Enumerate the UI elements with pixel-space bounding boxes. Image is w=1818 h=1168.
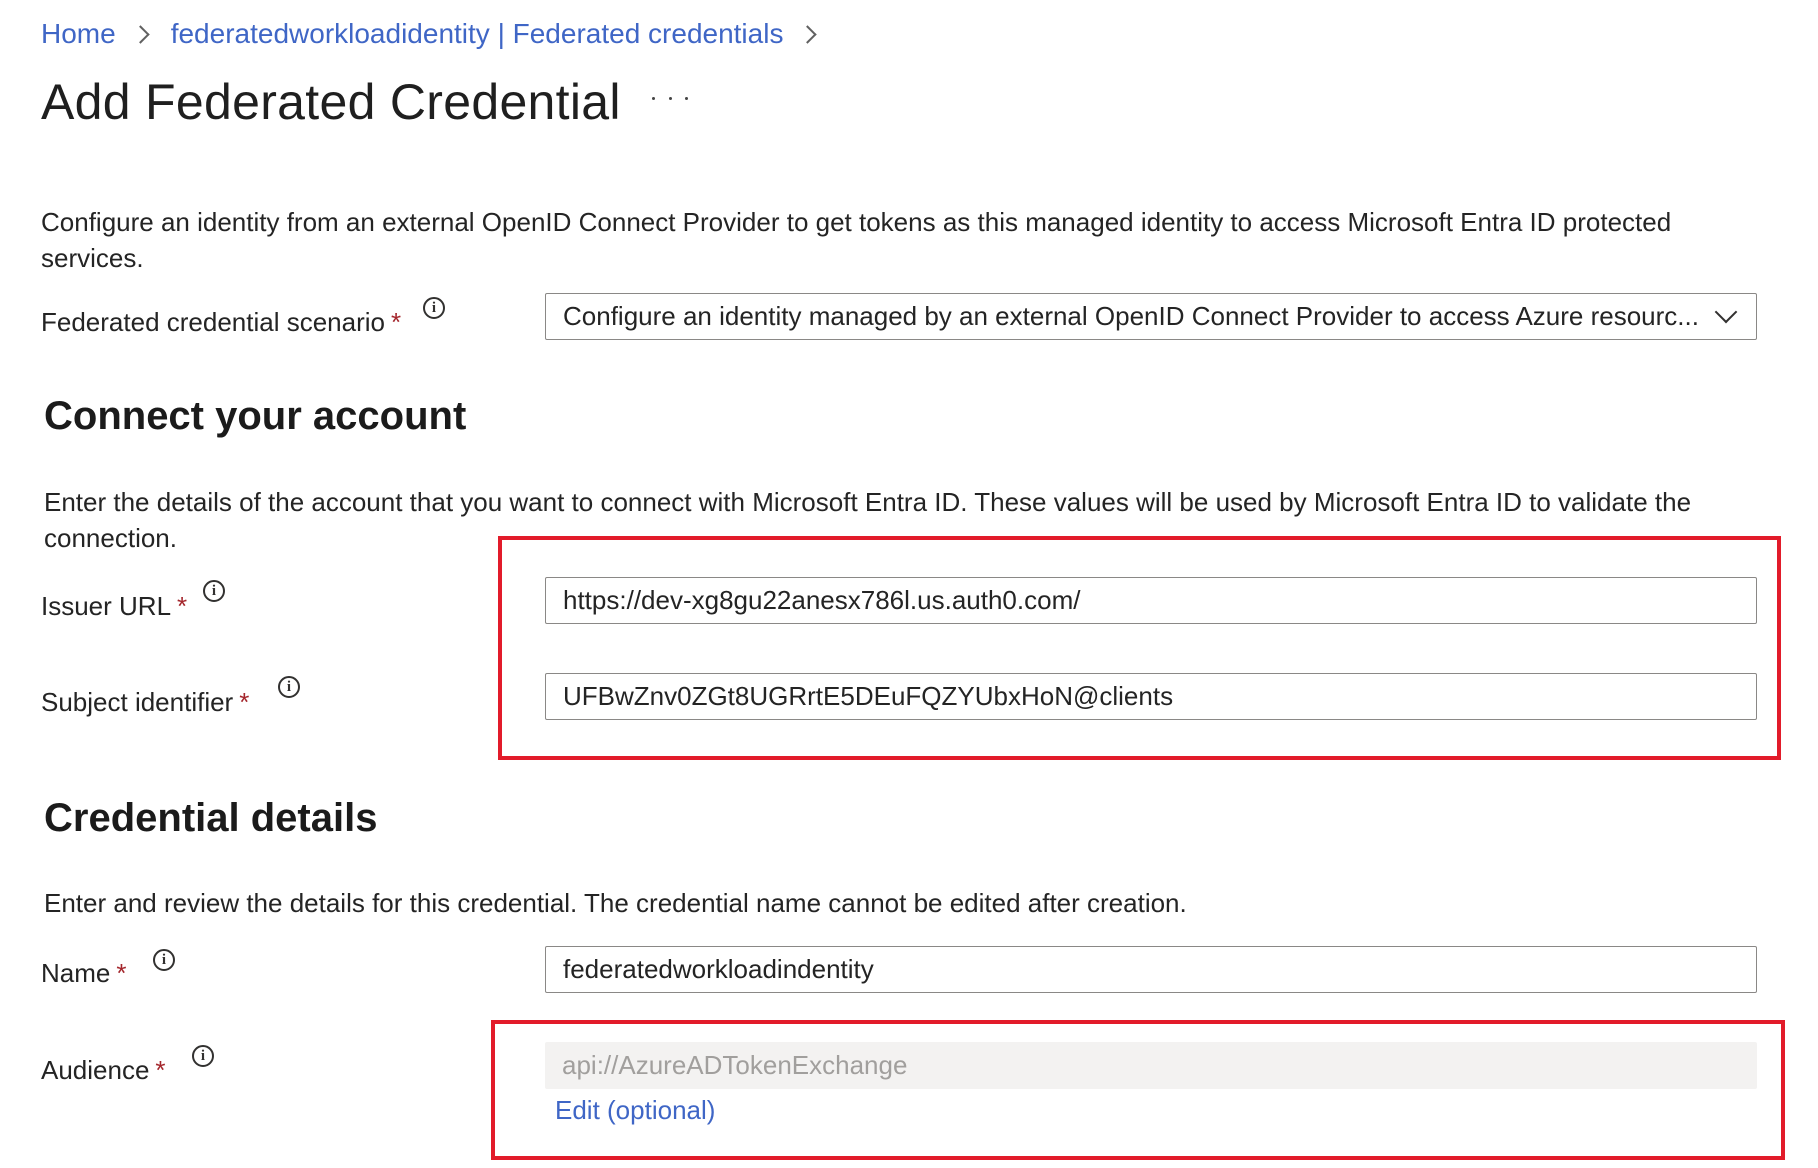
required-marker: * xyxy=(390,307,402,337)
info-icon[interactable]: i xyxy=(192,1045,214,1067)
intro-description: Configure an identity from an external O… xyxy=(41,207,1672,273)
name-input[interactable] xyxy=(546,947,1756,992)
scenario-label: Federated credential scenario * xyxy=(41,304,401,340)
credential-details-description: Enter and review the details for this cr… xyxy=(44,888,1187,918)
audience-edit-link[interactable]: Edit (optional) xyxy=(555,1092,715,1128)
credential-details-heading: Credential details xyxy=(44,796,378,840)
name-label-text: Name xyxy=(41,958,111,988)
required-marker: * xyxy=(155,1055,166,1085)
connect-account-heading: Connect your account xyxy=(44,394,467,438)
subject-identifier-label-text: Subject identifier xyxy=(41,687,234,717)
subject-identifier-field[interactable] xyxy=(545,673,1757,720)
required-marker: * xyxy=(177,591,188,621)
info-icon[interactable]: i xyxy=(423,297,445,319)
required-marker: * xyxy=(239,687,250,717)
info-icon[interactable]: i xyxy=(203,580,225,602)
ellipsis-icon[interactable] xyxy=(652,84,688,112)
audience-field xyxy=(545,1042,1757,1089)
issuer-url-field[interactable] xyxy=(545,577,1757,624)
info-icon[interactable]: i xyxy=(278,676,300,698)
name-label: Name * xyxy=(41,955,126,991)
issuer-url-label: Issuer URL * xyxy=(41,588,187,624)
audience-input xyxy=(545,1042,1757,1089)
audience-label-text: Audience xyxy=(41,1055,150,1085)
scenario-selected-value: Configure an identity managed by an exte… xyxy=(563,301,1699,331)
highlight-box-audience xyxy=(491,1020,1785,1160)
issuer-url-input[interactable] xyxy=(546,578,1756,623)
page-title: Add Federated Credential xyxy=(41,74,621,130)
issuer-url-label-text: Issuer URL xyxy=(41,591,172,621)
breadcrumb: Home federatedworkloadidentity | Federat… xyxy=(41,14,838,54)
info-icon[interactable]: i xyxy=(153,949,175,971)
subject-identifier-label: Subject identifier * xyxy=(41,684,249,720)
scenario-dropdown[interactable]: Configure an identity managed by an exte… xyxy=(545,293,1757,340)
breadcrumb-home-link[interactable]: Home xyxy=(41,14,116,54)
required-marker: * xyxy=(116,958,127,988)
subject-identifier-input[interactable] xyxy=(546,674,1756,719)
chevron-right-icon xyxy=(131,24,150,44)
highlight-box-issuer-subject xyxy=(498,536,1781,760)
chevron-right-icon xyxy=(798,24,818,44)
scenario-label-text: Federated credential scenario xyxy=(41,307,385,337)
audience-label: Audience * xyxy=(41,1052,166,1088)
name-field[interactable] xyxy=(545,946,1757,993)
breadcrumb-federated-credentials-link[interactable]: federatedworkloadidentity | Federated cr… xyxy=(171,14,784,54)
